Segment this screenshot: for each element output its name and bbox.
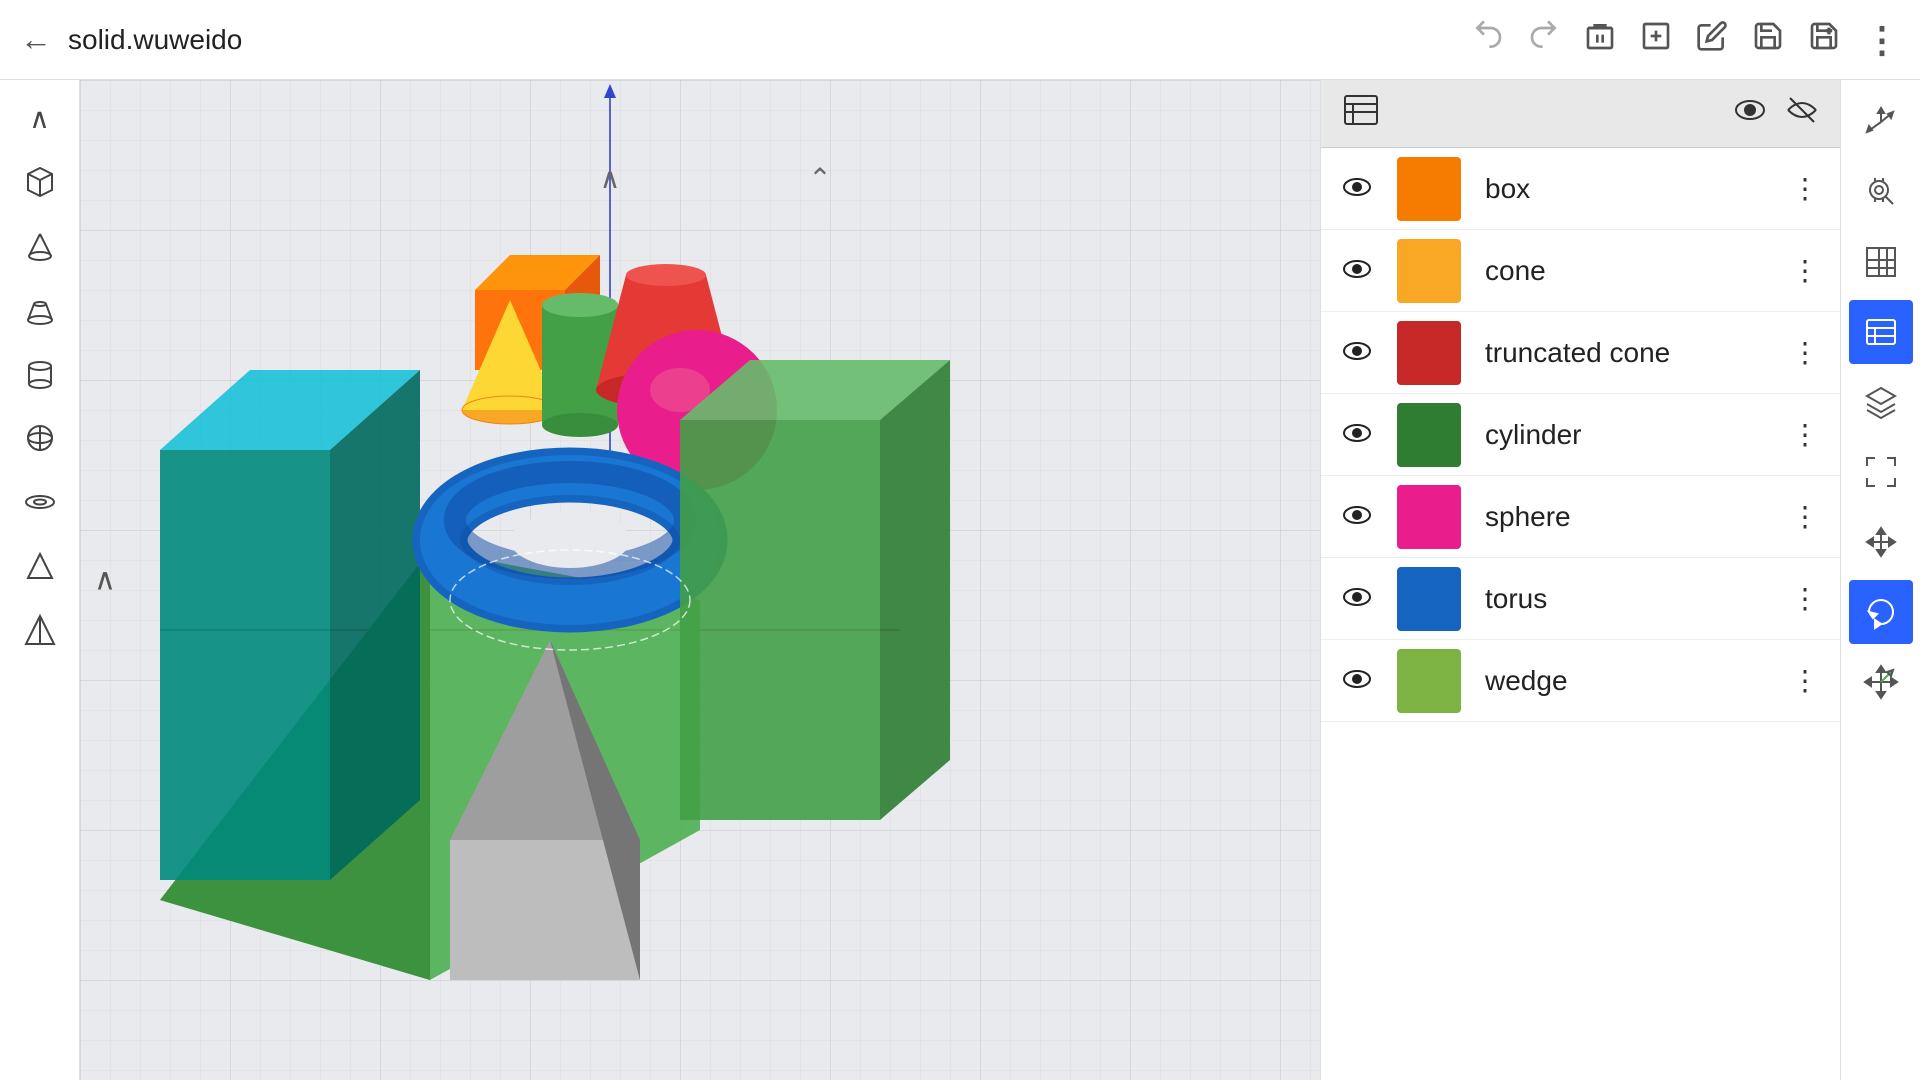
page-title: solid.wuweido	[68, 24, 242, 56]
shape-more-icon[interactable]: ⋮	[1791, 172, 1820, 205]
more-menu-icon[interactable]: ⋮	[1864, 19, 1900, 61]
shape-name-label: sphere	[1485, 501, 1767, 533]
shape-item[interactable]: torus ⋮	[1321, 558, 1840, 640]
panel-show-all-icon[interactable]	[1732, 92, 1768, 135]
cylinder-tool[interactable]	[12, 346, 68, 402]
collapse-left-button[interactable]: ∧	[94, 563, 116, 598]
shape-name-label: torus	[1485, 583, 1767, 615]
shape-visibility-icon[interactable]	[1341, 501, 1373, 532]
shape-color-swatch	[1397, 239, 1461, 303]
right-toolbar	[1840, 80, 1920, 1080]
shape-name-label: cylinder	[1485, 419, 1767, 451]
shape-name-label: box	[1485, 173, 1767, 205]
shape-item[interactable]: wedge ⋮	[1321, 640, 1840, 722]
shape-visibility-icon[interactable]	[1341, 419, 1373, 450]
panel-header	[1321, 80, 1840, 148]
truncated-cone-tool[interactable]	[12, 282, 68, 338]
shape-visibility-icon[interactable]	[1341, 583, 1373, 614]
save-as-icon[interactable]: +	[1808, 20, 1840, 59]
cone-tool[interactable]	[12, 218, 68, 274]
shape-more-icon[interactable]: ⋮	[1791, 664, 1820, 697]
shape-more-icon[interactable]: ⋮	[1791, 500, 1820, 533]
shape-visibility-icon[interactable]	[1341, 255, 1373, 286]
pyramid-tool[interactable]	[12, 602, 68, 658]
header-left: ← solid.wuweido	[20, 21, 1472, 58]
collapse-up-button[interactable]: ∧	[12, 90, 68, 146]
shape-name-label: cone	[1485, 255, 1767, 287]
header-right: + ⋮	[1472, 19, 1900, 61]
move-icon[interactable]	[1849, 510, 1913, 574]
transform-icon[interactable]	[1849, 650, 1913, 714]
layers-stack-icon[interactable]	[1849, 370, 1913, 434]
header: ← solid.wuweido + ⋮	[0, 0, 1920, 80]
shape-color-swatch	[1397, 157, 1461, 221]
axis-3d-icon[interactable]	[1849, 90, 1913, 154]
layers-icon[interactable]	[1849, 300, 1913, 364]
shape-item[interactable]: cylinder ⋮	[1321, 394, 1840, 476]
shape-list: box ⋮ cone ⋮ truncated cone ⋮ cylinder ⋮ sph…	[1321, 148, 1840, 1080]
shape-item[interactable]: truncated cone ⋮	[1321, 312, 1840, 394]
rotate-icon[interactable]	[1849, 580, 1913, 644]
shape-item[interactable]: sphere ⋮	[1321, 476, 1840, 558]
undo-icon[interactable]	[1472, 20, 1504, 59]
shape-more-icon[interactable]: ⋮	[1791, 582, 1820, 615]
shape-visibility-icon[interactable]	[1341, 173, 1373, 204]
shape-more-icon[interactable]: ⋮	[1791, 254, 1820, 287]
shape-item[interactable]: box ⋮	[1321, 148, 1840, 230]
shape-color-swatch	[1397, 485, 1461, 549]
3d-shapes	[80, 80, 1320, 1080]
grid-view-icon[interactable]	[1849, 230, 1913, 294]
main-content: ∧	[0, 80, 1920, 1080]
shape-name-label: wedge	[1485, 665, 1767, 697]
edit-icon[interactable]	[1696, 20, 1728, 59]
shape-color-swatch	[1397, 649, 1461, 713]
panel-hide-all-icon[interactable]	[1784, 92, 1820, 135]
shape-visibility-icon[interactable]	[1341, 337, 1373, 368]
svg-text:+: +	[1827, 26, 1832, 35]
right-panel: box ⋮ cone ⋮ truncated cone ⋮ cylinder ⋮ sph…	[1320, 80, 1840, 1080]
shape-color-swatch	[1397, 403, 1461, 467]
shape-name-label: truncated cone	[1485, 337, 1767, 369]
add-shape-icon[interactable]	[1640, 20, 1672, 59]
save-icon[interactable]	[1752, 20, 1784, 59]
delete-icon[interactable]	[1584, 20, 1616, 59]
panel-list-icon	[1341, 90, 1381, 137]
shape-color-swatch	[1397, 567, 1461, 631]
redo-icon[interactable]	[1528, 20, 1560, 59]
box-tool[interactable]	[12, 154, 68, 210]
shape-item[interactable]: cone ⋮	[1321, 230, 1840, 312]
wedge-tool[interactable]	[12, 538, 68, 594]
shape-visibility-icon[interactable]	[1341, 665, 1373, 696]
torus-tool[interactable]	[12, 474, 68, 530]
canvas-area[interactable]: ∧ ⌃	[80, 80, 1320, 1080]
shape-color-swatch	[1397, 321, 1461, 385]
shape-more-icon[interactable]: ⋮	[1791, 336, 1820, 369]
search-view-icon[interactable]	[1849, 160, 1913, 224]
sphere-tool[interactable]	[12, 410, 68, 466]
fit-frame-icon[interactable]	[1849, 440, 1913, 504]
shape-more-icon[interactable]: ⋮	[1791, 418, 1820, 451]
back-nav-icon[interactable]: ←	[20, 21, 52, 58]
left-toolbar: ∧	[0, 80, 80, 1080]
